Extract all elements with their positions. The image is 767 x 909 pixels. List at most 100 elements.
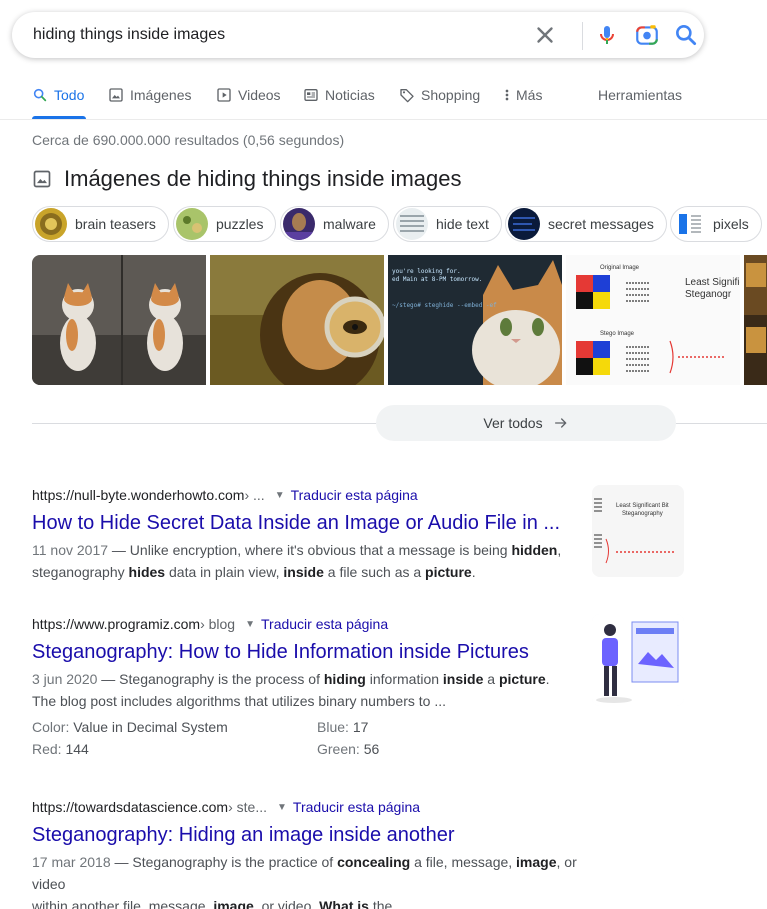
snippet-bold: hidden [511, 542, 558, 558]
active-tab-indicator [32, 116, 86, 119]
search-box[interactable]: hiding things inside images [12, 12, 704, 58]
image-results: you're looking for. ed Main at 8-PM tomo… [32, 255, 767, 385]
chip-label: brain teasers [75, 216, 156, 232]
result-url[interactable]: https://null-byte.wonderhowto.com › ... … [32, 487, 592, 503]
tab-imagenes[interactable]: Imágenes [108, 87, 191, 103]
snippet-text: . [471, 564, 476, 580]
attr-label: Blue: [317, 719, 349, 735]
snippet-text: the ... [368, 898, 408, 909]
snippet-text: information [365, 671, 443, 687]
chip-thumbnail [673, 208, 705, 240]
thumb-text: Steganography [622, 511, 663, 517]
result-snippet: 3 jun 2020 — Steganography is the proces… [32, 668, 592, 712]
image-thumbnail-mona-lisa[interactable] [210, 255, 384, 385]
chip-label: hide text [436, 216, 489, 232]
thumb-text: Least Significant Bit [616, 503, 669, 509]
search-input[interactable]: hiding things inside images [33, 26, 225, 44]
see-all-label: Ver todos [483, 415, 543, 431]
result-title[interactable]: How to Hide Secret Data Inside an Image … [32, 512, 592, 535]
caret-down-icon[interactable]: ▼ [275, 490, 285, 501]
tools-button[interactable]: Herramientas [598, 87, 682, 103]
image-chips: brain teasers puzzles malware hide text … [32, 206, 767, 242]
snippet-text: a file such as a [323, 564, 426, 580]
chip-pixels[interactable]: pixels [670, 206, 762, 242]
chip-puzzles[interactable]: puzzles [173, 206, 277, 242]
translate-link[interactable]: Traducir esta página [261, 616, 388, 632]
news-icon [304, 89, 318, 101]
tools-label: Herramientas [598, 87, 683, 103]
snippet-text: a [483, 671, 499, 687]
label-text: Steganogr [685, 289, 732, 300]
result-site: https://null-byte.wonderhowto.com [32, 487, 245, 503]
snippet-bold: hides [128, 564, 166, 580]
result-snippet: 17 mar 2018 — Steganography is the pract… [32, 851, 592, 909]
camera-lens-icon[interactable] [634, 22, 660, 48]
search-icon[interactable] [673, 22, 699, 48]
result-url[interactable]: https://towardsdatascience.com › ste... … [32, 799, 592, 815]
tab-label: Shopping [421, 87, 481, 103]
tab-noticias[interactable]: Noticias [303, 87, 375, 103]
result-title[interactable]: Steganography: Hiding an image inside an… [32, 824, 592, 847]
snippet-text: data in plain view, [165, 564, 284, 580]
images-heading[interactable]: Imágenes de hiding things inside images [32, 166, 461, 192]
snippet-text: within another file, message, [32, 898, 214, 909]
tab-videos[interactable]: Videos [216, 87, 281, 103]
attribute-color: Color: Value in Decimal System [32, 719, 228, 735]
tab-label: Todo [54, 87, 85, 103]
see-all-images-button[interactable]: Ver todos [376, 405, 676, 441]
search-divider [582, 22, 583, 50]
result-thumbnail[interactable]: Least Significant Bit Steganography [592, 485, 684, 577]
snippet-bold: picture [425, 564, 472, 580]
chip-thumbnail [283, 208, 315, 240]
search-result: https://towardsdatascience.com › ste... … [32, 799, 592, 909]
result-thumbnail[interactable] [592, 614, 684, 706]
label-text: Stego Image [600, 331, 635, 337]
snippet-text: — Unlike encryption, where it's obvious … [111, 542, 512, 558]
snippet-text: — Steganography is the process of [101, 671, 324, 687]
chip-hide-text[interactable]: hide text [393, 206, 502, 242]
chip-thumbnail [396, 208, 428, 240]
caret-down-icon[interactable]: ▼ [277, 802, 287, 813]
result-url[interactable]: https://www.programiz.com › blog ▼ Tradu… [32, 616, 592, 632]
tab-label: Videos [238, 87, 281, 103]
tab-todo[interactable]: Todo [32, 87, 84, 103]
attr-label: Color: [32, 719, 70, 735]
chip-thumbnail [508, 208, 540, 240]
snippet-bold: picture [498, 671, 546, 687]
result-stats: Cerca de 690.000.000 resultados (0,56 se… [32, 132, 345, 148]
attribute-red: Red: 144 [32, 741, 89, 757]
chip-thumbnail [35, 208, 67, 240]
image-thumbnail-lsb[interactable]: Original Image Least Signific Steganogr … [566, 255, 740, 385]
image-icon [109, 88, 123, 102]
image-thumbnail-partial[interactable] [744, 255, 767, 385]
close-icon[interactable] [532, 22, 558, 48]
snippet-text: , [557, 542, 562, 558]
snippet-bold: image [516, 854, 557, 870]
chip-secret-messages[interactable]: secret messages [505, 206, 667, 242]
result-title[interactable]: Steganography: How to Hide Information i… [32, 641, 592, 664]
attr-label: Green: [317, 741, 360, 757]
chip-malware[interactable]: malware [280, 206, 389, 242]
attr-value: 144 [65, 741, 89, 757]
chip-brain-teasers[interactable]: brain teasers [32, 206, 169, 242]
search-result: https://null-byte.wonderhowto.com › ... … [32, 487, 592, 583]
tab-shopping[interactable]: Shopping [399, 87, 480, 103]
code-line: ~/stego# steghide --embed -ef [392, 302, 497, 309]
mic-icon[interactable] [595, 22, 619, 48]
snippet-text: , or video. [253, 898, 320, 909]
code-line: you're looking for. [392, 268, 461, 275]
translate-link[interactable]: Traducir esta página [293, 799, 420, 815]
result-site: https://towardsdatascience.com [32, 799, 229, 815]
image-thumbnail-cats[interactable] [32, 255, 206, 385]
chip-label: secret messages [548, 216, 654, 232]
translate-link[interactable]: Traducir esta página [291, 487, 418, 503]
result-snippet: 11 nov 2017 — Unlike encryption, where i… [32, 539, 592, 583]
images-heading-title: Imágenes de hiding things inside images [64, 166, 462, 191]
snippet-text: . [545, 671, 550, 687]
tab-mas[interactable]: Más [504, 87, 542, 103]
label-text: Least Signific [685, 277, 740, 288]
image-thumbnail-cat-code[interactable]: you're looking for. ed Main at 8-PM tomo… [388, 255, 562, 385]
snippet-bold: inside [442, 671, 484, 687]
caret-down-icon[interactable]: ▼ [245, 619, 255, 630]
snippet-bold: image [213, 898, 254, 909]
